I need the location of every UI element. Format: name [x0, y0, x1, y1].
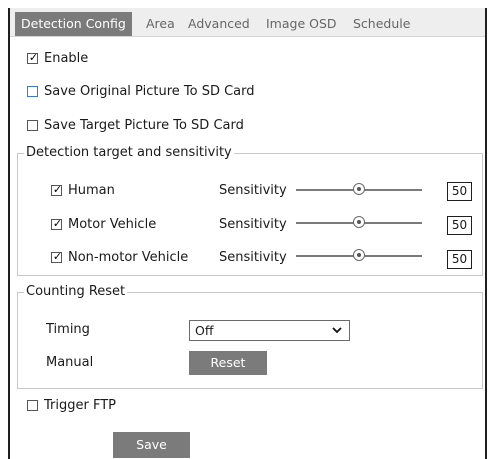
tab-advanced[interactable]: Advanced	[182, 12, 256, 36]
checkmark-icon: ✓	[52, 217, 63, 230]
enable-checkbox[interactable]: ✓	[27, 51, 39, 64]
save-original-checkbox[interactable]	[27, 86, 38, 97]
slider-thumb[interactable]	[353, 183, 365, 195]
motor-vehicle-sensitivity-value[interactable]: 50	[447, 216, 472, 235]
detection-legend: Detection target and sensitivity	[24, 145, 234, 161]
counting-reset-group: Counting Reset Timing Off Manual Reset	[17, 284, 483, 389]
slider-thumb[interactable]	[353, 249, 365, 261]
checkmark-icon: ✓	[52, 183, 63, 196]
tab-schedule[interactable]: Schedule	[347, 12, 416, 36]
sensitivity-label: Sensitivity	[219, 217, 287, 232]
motor-vehicle-label: Motor Vehicle	[68, 217, 157, 232]
non-motor-vehicle-checkbox[interactable]: ✓	[51, 250, 63, 263]
tab-bar: Detection Config Area Advanced Image OSD…	[10, 8, 485, 37]
sensitivity-label: Sensitivity	[219, 183, 287, 198]
tab-image-osd[interactable]: Image OSD	[260, 12, 343, 36]
tab-area[interactable]: Area	[140, 12, 181, 36]
timing-select-value: Off	[195, 323, 214, 338]
save-button[interactable]: Save	[113, 432, 190, 458]
detection-group: Detection target and sensitivity ✓ Human…	[17, 145, 483, 276]
timing-label: Timing	[46, 322, 90, 337]
chevron-down-icon	[332, 327, 342, 334]
save-target-label: Save Target Picture To SD Card	[44, 118, 244, 133]
sensitivity-label: Sensitivity	[219, 250, 287, 265]
human-label: Human	[68, 183, 115, 198]
motor-vehicle-sensitivity-slider[interactable]	[296, 216, 422, 230]
checkmark-icon: ✓	[52, 250, 63, 263]
human-sensitivity-value[interactable]: 50	[447, 182, 472, 201]
non-motor-vehicle-sensitivity-value[interactable]: 50	[447, 250, 472, 269]
manual-label: Manual	[46, 355, 94, 370]
trigger-ftp-checkbox[interactable]	[27, 400, 38, 411]
human-checkbox[interactable]: ✓	[51, 183, 63, 196]
trigger-ftp-label: Trigger FTP	[44, 398, 116, 413]
non-motor-vehicle-label: Non-motor Vehicle	[68, 250, 189, 265]
human-sensitivity-slider[interactable]	[296, 183, 422, 197]
timing-select[interactable]: Off	[189, 320, 350, 341]
settings-panel: Detection Config Area Advanced Image OSD…	[8, 8, 487, 459]
non-motor-vehicle-sensitivity-slider[interactable]	[296, 249, 422, 263]
reset-button[interactable]: Reset	[189, 351, 267, 375]
checkmark-icon: ✓	[28, 51, 39, 64]
tab-detection-config[interactable]: Detection Config	[15, 12, 132, 36]
slider-thumb[interactable]	[353, 216, 365, 228]
motor-vehicle-checkbox[interactable]: ✓	[51, 217, 63, 230]
save-target-checkbox[interactable]	[27, 120, 38, 131]
enable-label: Enable	[44, 51, 89, 66]
save-original-label: Save Original Picture To SD Card	[44, 84, 255, 99]
counting-reset-legend: Counting Reset	[24, 284, 128, 300]
